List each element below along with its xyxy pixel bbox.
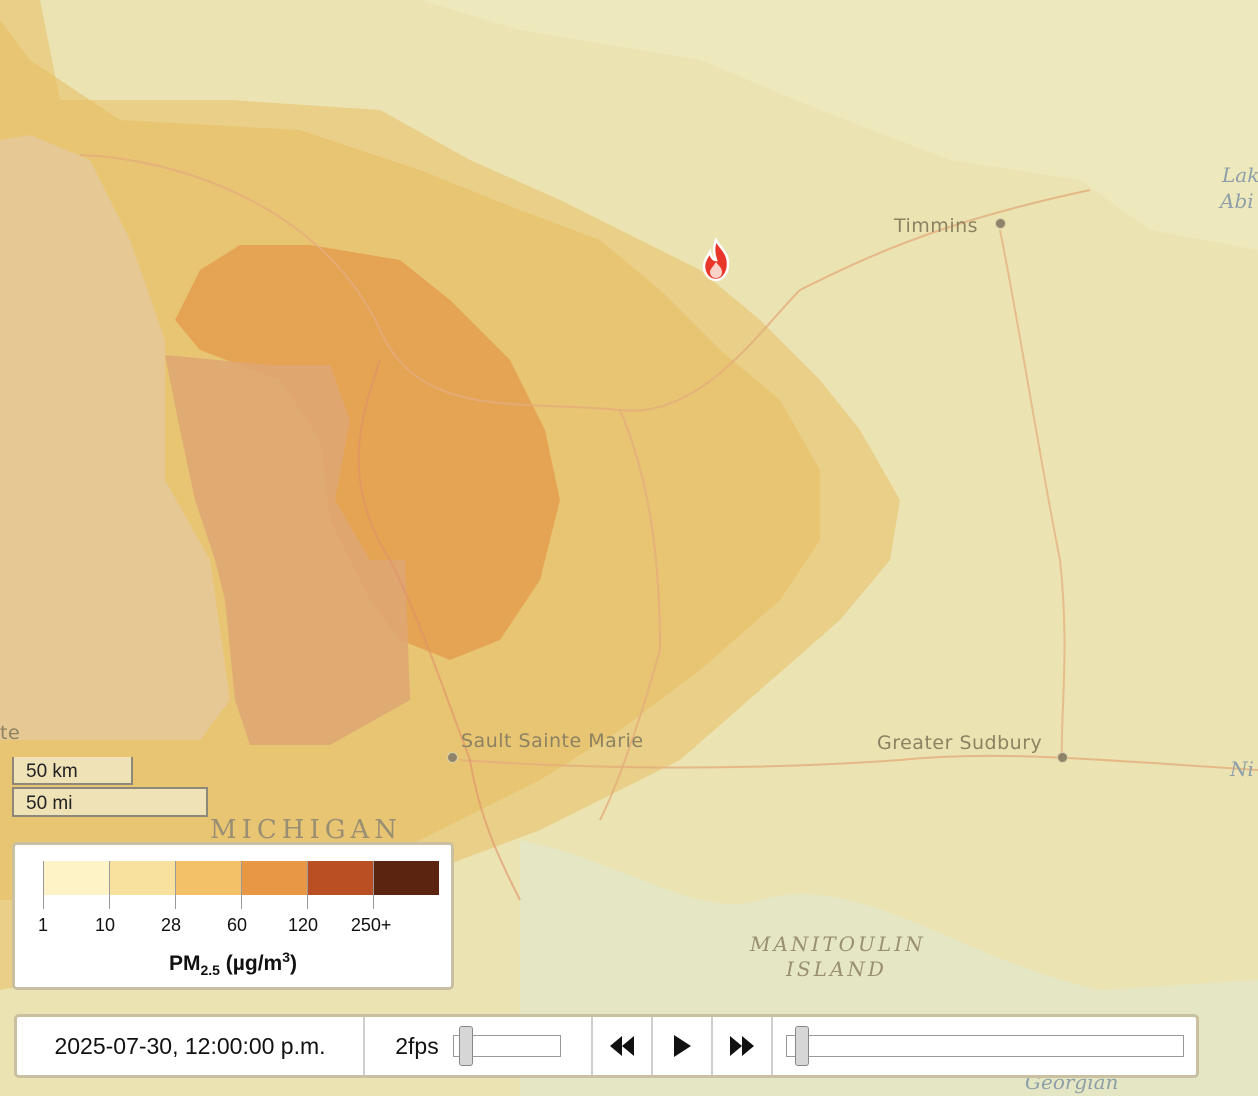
region-label-manitoulin: MANITOULIN <box>750 932 926 956</box>
fps-slider[interactable] <box>452 1026 561 1066</box>
scale-mi-label: 50 mi <box>26 793 73 814</box>
rewind-icon <box>610 1036 634 1056</box>
legend-tick <box>241 861 242 909</box>
scale-bar-mi: 50 mi <box>12 787 208 817</box>
fast-forward-button[interactable] <box>713 1017 773 1075</box>
region-label-michigan: MICHIGAN <box>210 815 403 845</box>
legend-title: PM2.5 (µg/m3) <box>15 949 451 978</box>
legend-tick-label: 250+ <box>350 915 392 935</box>
play-button[interactable] <box>653 1017 713 1075</box>
time-slider-thumb[interactable] <box>794 1026 809 1066</box>
play-icon <box>674 1035 691 1057</box>
legend-tick-label: 60 <box>226 915 248 935</box>
region-label-island: ISLAND <box>786 957 887 981</box>
legend-title-unit: (µg/m <box>219 952 283 975</box>
fps-label: 2fps <box>395 1032 439 1059</box>
time-slider[interactable] <box>785 1026 1184 1066</box>
fps-control: 2fps <box>365 1017 593 1075</box>
legend-swatch-4 <box>241 861 307 895</box>
scale-km-label: 50 km <box>26 761 78 782</box>
legend-tick <box>373 861 374 909</box>
pm25-legend: 1 10 28 60 120 250+ PM2.5 (µg/m3) <box>12 842 454 990</box>
legend-title-subscript: 2.5 <box>200 962 220 979</box>
legend-title-superscript: 3 <box>282 949 291 965</box>
legend-tick <box>175 861 176 909</box>
legend-swatch-2 <box>109 861 175 895</box>
rewind-button[interactable] <box>593 1017 653 1075</box>
timestamp-display: 2025-07-30, 12:00:00 p.m. <box>17 1017 365 1075</box>
scale-bar-km: 50 km <box>12 757 133 785</box>
legend-tick-label: 10 <box>94 915 116 935</box>
legend-swatch-6 <box>373 861 439 895</box>
legend-swatch-3 <box>175 861 241 895</box>
city-dot-sault-sainte-marie <box>447 752 458 763</box>
city-dot-greater-sudbury <box>1057 752 1068 763</box>
legend-tick-label: 120 <box>287 915 319 935</box>
legend-swatch-1 <box>43 861 109 895</box>
legend-tick <box>43 861 44 909</box>
legend-tick-label: 1 <box>37 915 49 935</box>
timestamp-text: 2025-07-30, 12:00:00 p.m. <box>54 1032 326 1059</box>
time-scrubber-cell <box>773 1017 1196 1075</box>
partial-label-left: te <box>0 722 21 744</box>
water-label-nipissing: Ni <box>1230 757 1254 781</box>
city-dot-timmins <box>995 218 1006 229</box>
fast-forward-icon <box>730 1036 754 1056</box>
water-label-abitibi: Abi <box>1220 189 1254 213</box>
place-label-greater-sudbury: Greater Sudbury <box>877 732 1043 754</box>
place-label-sault-sainte-marie: Sault Sainte Marie <box>461 730 644 752</box>
fps-slider-thumb[interactable] <box>458 1026 473 1066</box>
place-label-timmins: Timmins <box>894 215 979 237</box>
fire-icon[interactable] <box>700 238 732 284</box>
legend-title-main: PM <box>168 952 201 975</box>
legend-tick <box>307 861 308 909</box>
legend-tick <box>109 861 110 909</box>
legend-swatch-5 <box>307 861 373 895</box>
water-label-lake: Lak <box>1222 163 1258 187</box>
playback-controls: 2025-07-30, 12:00:00 p.m. 2fps <box>14 1014 1199 1078</box>
legend-title-end: ) <box>290 952 298 975</box>
legend-tick-label: 28 <box>160 915 182 935</box>
